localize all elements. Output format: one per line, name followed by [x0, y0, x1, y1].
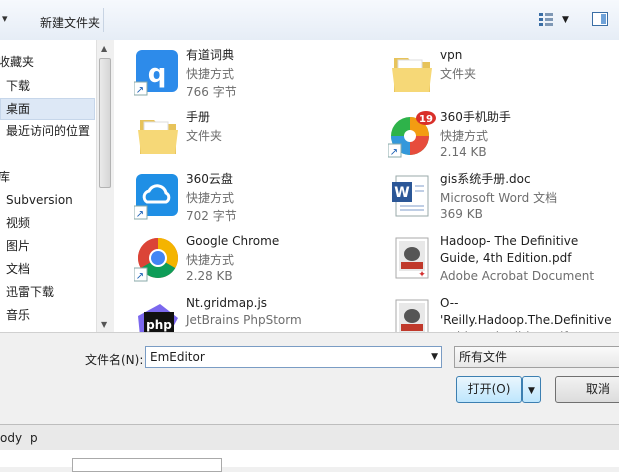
svg-text:W: W — [394, 185, 409, 201]
preview-pane-icon[interactable] — [592, 12, 608, 29]
file-item[interactable]: O--'Reilly.Hadoop.The.Definitive Guide.3… — [368, 290, 618, 332]
open-button[interactable]: 打开(O) — [456, 376, 522, 403]
input-box[interactable] — [72, 458, 222, 472]
file-item[interactable]: vpn 文件夹 — [368, 42, 618, 102]
nav-item-documents[interactable]: 文档 — [6, 258, 30, 280]
organize-icon[interactable]: ▾ — [2, 12, 8, 25]
view-options-icon[interactable] — [538, 12, 554, 29]
nav-item-favorites[interactable]: 收藏夹 — [0, 51, 34, 73]
chevron-down-icon[interactable]: ▼ — [562, 15, 569, 25]
file-item[interactable]: 手册 文件夹 — [114, 104, 364, 164]
file-item[interactable]: ✦ Hadoop- The Definitive Guide, 4th Edit… — [368, 228, 618, 288]
filename-label: 文件名(N): — [85, 353, 144, 367]
chrome-icon: ↗ — [133, 234, 182, 282]
svg-text:↗: ↗ — [136, 85, 144, 96]
file-type-filter[interactable]: 所有文件 — [454, 346, 619, 368]
new-folder-button[interactable]: 新建文件夹 — [40, 14, 100, 31]
file-list: q ↗ 有道词典 快捷方式 766 字节 vpn 文件夹 手册 文件夹 19 ↗ 3… — [114, 40, 619, 332]
editor-bottom-area — [0, 450, 619, 472]
scroll-up-icon[interactable]: ▲ — [101, 44, 107, 53]
nav-item-libraries[interactable]: 库 — [0, 166, 10, 188]
360-cloud-icon: ↗ — [133, 172, 182, 220]
file-dialog-footer: 文件名(N): EmEditor ▼ 所有文件 打开(O) ▼ 取消 — [0, 332, 619, 425]
svg-text:↗: ↗ — [136, 209, 144, 220]
toolbar-divider — [103, 8, 104, 32]
svg-text:php: php — [146, 318, 172, 332]
file-item[interactable]: php Nt.gridmap.js JetBrains PhpStorm — [114, 290, 364, 332]
nav-scrollbar[interactable]: ▲ ▼ — [96, 40, 114, 332]
folder-icon — [388, 48, 436, 96]
nav-item-subversion[interactable]: Subversion — [6, 189, 73, 211]
file-item[interactable]: q ↗ 有道词典 快捷方式 766 字节 — [114, 42, 364, 102]
chevron-down-icon[interactable]: ▼ — [431, 347, 438, 367]
filename-field[interactable]: EmEditor ▼ — [145, 346, 442, 368]
360-mobile-assistant-icon: 19 ↗ — [387, 110, 436, 158]
nav-item-desktop[interactable]: 桌面 — [6, 98, 30, 120]
chevron-down-icon: ▼ — [528, 386, 535, 396]
open-options-button[interactable]: ▼ — [522, 376, 541, 403]
svg-text:↗: ↗ — [390, 147, 398, 158]
nav-item-music[interactable]: 音乐 — [6, 304, 30, 326]
path-segment[interactable]: p — [30, 431, 38, 445]
phpstorm-icon: php — [134, 296, 182, 332]
pdf-icon — [388, 296, 436, 332]
pdf-icon: ✦ — [388, 234, 436, 282]
nav-item-pictures[interactable]: 图片 — [6, 235, 30, 257]
toolbar: ▾ 新建文件夹 ▼ — [0, 0, 619, 41]
svg-text:✦: ✦ — [418, 270, 426, 280]
cancel-button[interactable]: 取消 — [555, 376, 619, 403]
scrollbar-thumb[interactable] — [99, 58, 111, 188]
editor-status-bar: ody p — [0, 424, 619, 451]
file-item[interactable]: ↗ Google Chrome 快捷方式 2.28 KB — [114, 228, 364, 288]
nav-item-downloads[interactable]: 下载 — [6, 75, 30, 97]
scroll-down-icon[interactable]: ▼ — [101, 320, 107, 329]
file-item[interactable]: ↗ 360云盘 快捷方式 702 字节 — [114, 166, 364, 226]
navigation-pane: 收藏夹 下载 桌面 最近访问的位置 库 Subversion 视频 图片 文档 … — [0, 40, 96, 332]
file-item[interactable]: W gis系统手册.doc Microsoft Word 文档 369 KB — [368, 166, 618, 226]
svg-text:↗: ↗ — [136, 271, 144, 282]
word-doc-icon: W — [388, 172, 436, 220]
file-item[interactable]: 19 ↗ 360手机助手 快捷方式 2.14 KB — [368, 104, 618, 164]
folder-icon — [134, 110, 182, 158]
path-segment[interactable]: ody — [0, 431, 22, 445]
youdao-dict-icon: q ↗ — [133, 48, 182, 96]
nav-item-videos[interactable]: 视频 — [6, 212, 30, 234]
nav-item-xunlei-downloads[interactable]: 迅雷下载 — [6, 281, 54, 303]
svg-text:q: q — [148, 59, 167, 89]
svg-text:19: 19 — [419, 114, 433, 125]
nav-item-recent-places[interactable]: 最近访问的位置 — [6, 120, 90, 142]
